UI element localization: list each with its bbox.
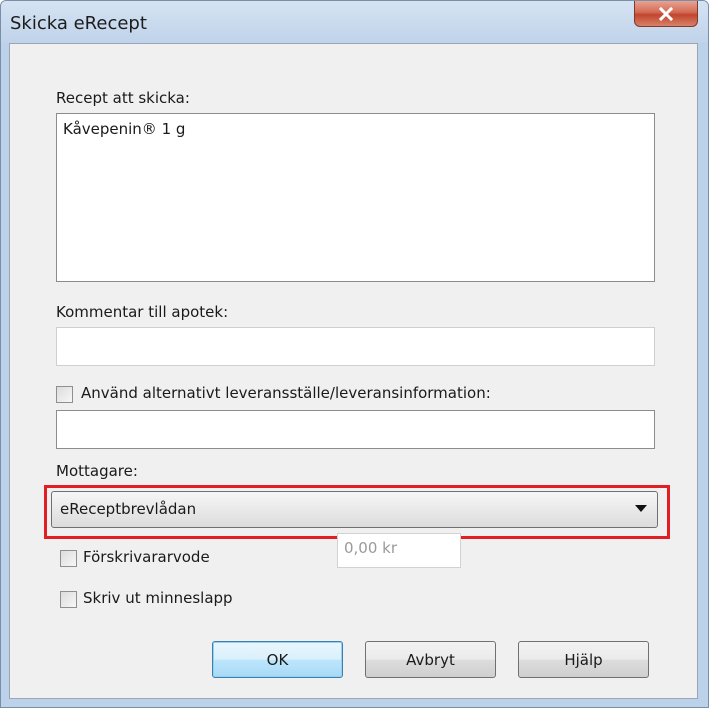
print-reminder-checkbox[interactable] <box>60 591 77 608</box>
ok-button[interactable]: OK <box>212 641 343 678</box>
list-item[interactable]: Kåvepenin® 1 g <box>63 120 185 138</box>
close-button[interactable] <box>634 1 698 27</box>
comment-field[interactable] <box>56 327 655 366</box>
print-reminder-label: Skriv ut minneslapp <box>83 589 233 607</box>
recipient-selected-value: eReceptbrevlådan <box>60 500 197 518</box>
recipes-label: Recept att skicka: <box>56 89 190 107</box>
alt-delivery-field[interactable] <box>56 410 655 449</box>
chevron-down-icon <box>635 505 647 512</box>
recipient-dropdown[interactable]: eReceptbrevlådan <box>51 491 658 528</box>
dialog-body: Recept att skicka: Kåvepenin® 1 g Kommen… <box>9 43 698 699</box>
fee-field[interactable]: 0,00 kr <box>337 533 461 568</box>
cancel-button[interactable]: Avbryt <box>365 641 496 678</box>
help-button[interactable]: Hjälp <box>518 641 649 678</box>
fee-checkbox[interactable] <box>60 550 77 567</box>
title-bar: Skicka eRecept <box>1 1 708 43</box>
alt-delivery-checkbox[interactable] <box>56 386 73 403</box>
recipient-label: Mottagare: <box>56 462 138 480</box>
recipes-list[interactable]: Kåvepenin® 1 g <box>56 113 655 282</box>
dialog-title: Skicka eRecept <box>10 13 147 34</box>
close-icon <box>658 6 674 21</box>
dialog-window: Skicka eRecept Recept att skicka: Kåvepe… <box>0 0 709 708</box>
comment-label: Kommentar till apotek: <box>56 303 229 321</box>
fee-label: Förskrivararvode <box>83 548 210 566</box>
alt-delivery-label: Använd alternativt leveransställe/levera… <box>81 384 491 402</box>
